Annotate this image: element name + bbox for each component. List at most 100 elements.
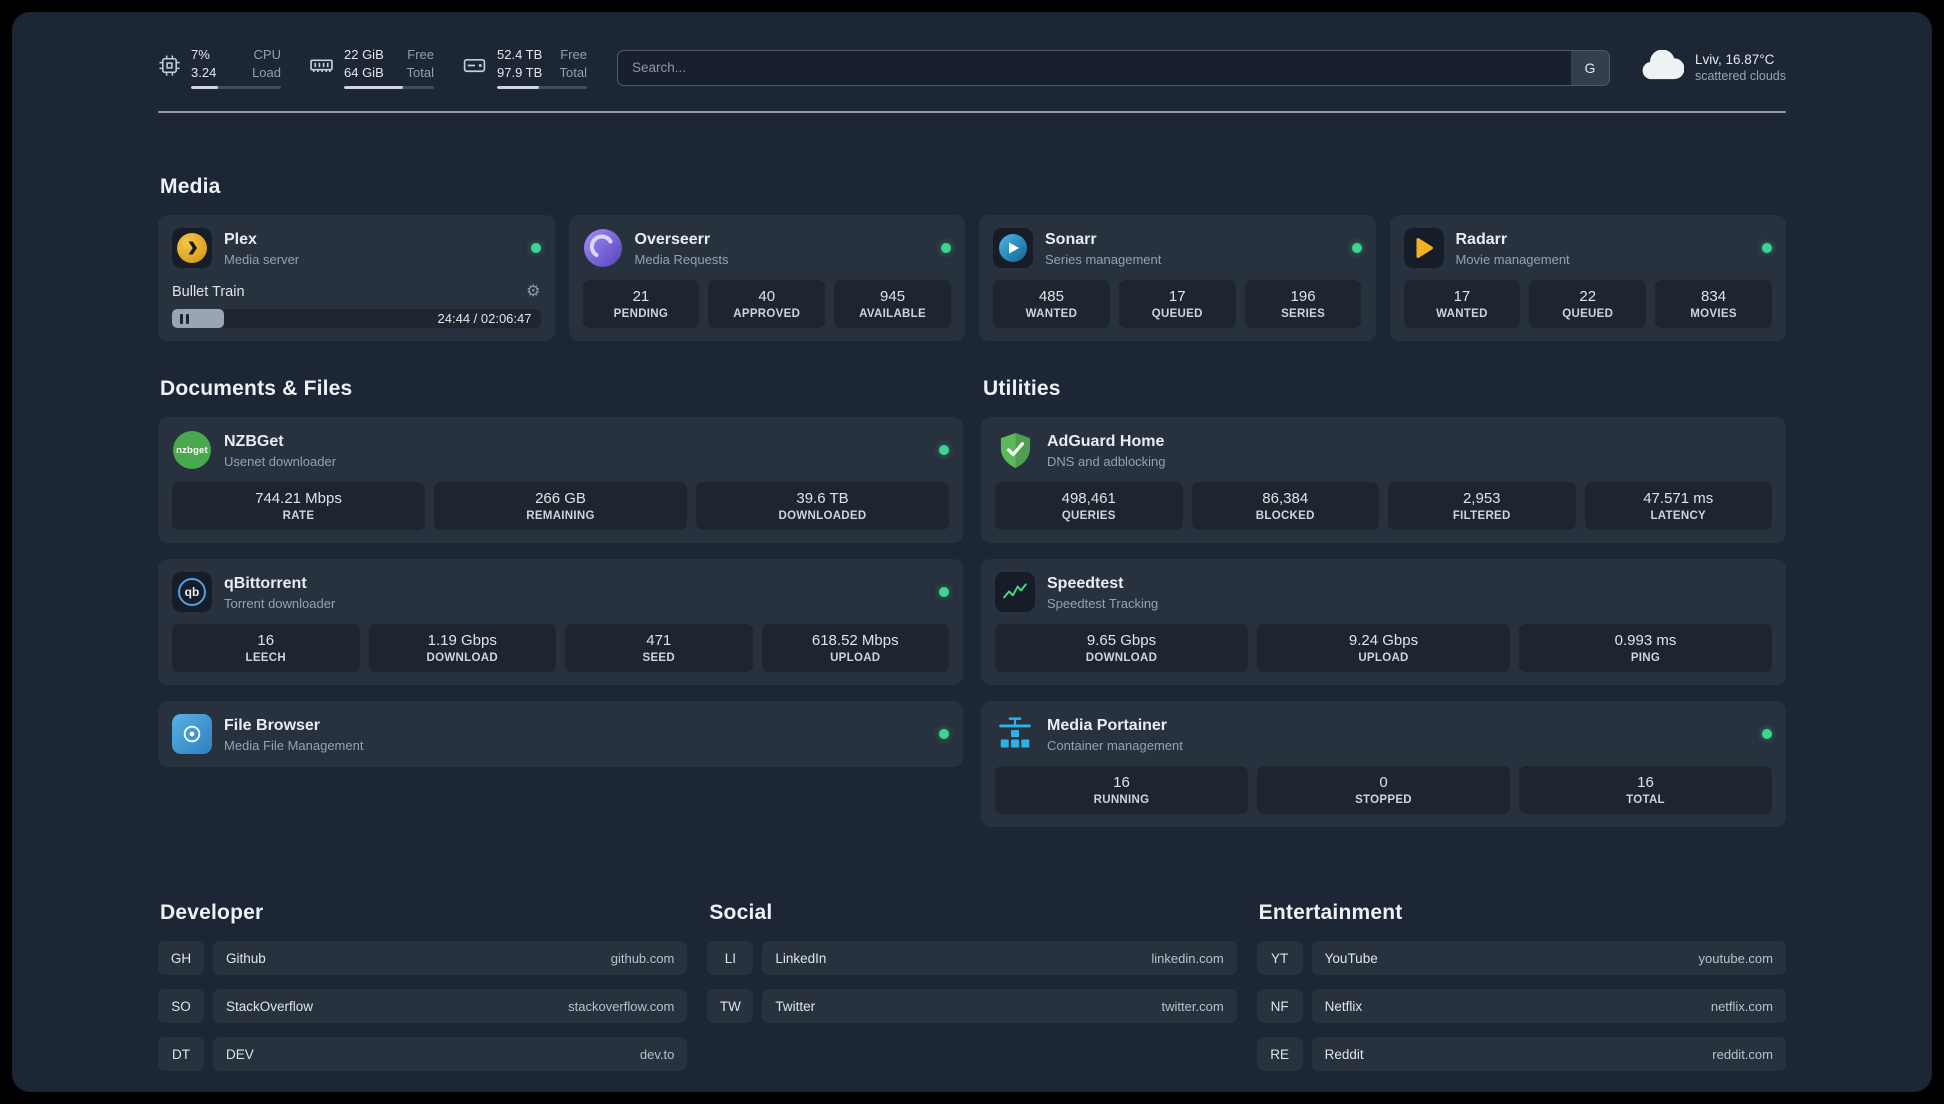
sonarr-icon <box>993 228 1033 269</box>
sonarr-card: Sonarr Series management 485 WANTED 17 Q… <box>979 215 1376 342</box>
memory-free-label: Free <box>407 47 434 62</box>
stat-tile: 16 LEECH <box>172 624 360 673</box>
cpu-label: CPU <box>253 47 281 62</box>
plex-name: Plex <box>224 230 257 248</box>
plex-status-dot <box>530 243 541 254</box>
cpu-load-label: Load <box>252 64 281 80</box>
filebrowser-card: File Browser Media File Management <box>158 701 963 768</box>
filebrowser-icon <box>172 714 212 755</box>
adguard-link[interactable]: AdGuard Home DNS and adblocking <box>995 430 1772 470</box>
topbar-divider <box>158 111 1786 114</box>
top-bar: 7% CPU 3.24 Load 22 GiB Free 64 GiB Tota… <box>158 46 1786 90</box>
bookmark-twitter[interactable]: TW Twitter twitter.com <box>707 989 1237 1024</box>
weather-condition: scattered clouds <box>1694 69 1786 84</box>
weather-widget: Lviv, 16.87°C scattered clouds <box>1640 49 1786 86</box>
disk-total-value: 97.9 TB <box>497 64 543 80</box>
radarr-name: Radarr <box>1455 230 1508 248</box>
memory-total-label: Total <box>406 64 434 80</box>
stat-tile: 0.993 ms PING <box>1519 624 1772 673</box>
stat-tile: 17 WANTED <box>1403 280 1521 329</box>
stat-tile: 498,461 QUERIES <box>995 482 1183 531</box>
plex-now-playing: Bullet Train ⚙ 24:44 / 02:06:47 <box>172 274 541 329</box>
stat-tile: 16 TOTAL <box>1519 766 1772 815</box>
utilities-section-title: Utilities <box>983 377 1061 401</box>
bookmark-reddit[interactable]: RE Reddit reddit.com <box>1256 1037 1786 1072</box>
stat-tile: 618.52 Mbps UPLOAD <box>761 624 949 673</box>
player-progress-bar: 24:44 / 02:06:47 <box>172 309 541 329</box>
nzbget-card: nzbget NZBGet Usenet downloader 744.21 M… <box>158 417 963 544</box>
filebrowser-name: File Browser <box>224 716 321 734</box>
radarr-status-dot <box>1762 243 1772 254</box>
bookmark-stackoverflow[interactable]: SO StackOverflow stackoverflow.com <box>158 989 688 1024</box>
memory-progress-track <box>344 86 434 90</box>
radarr-subtitle: Movie management <box>1455 251 1570 267</box>
section-entertainment: Entertainment YT YouTube youtube.com NF … <box>1256 901 1786 1072</box>
overseerr-icon <box>583 228 623 268</box>
qbittorrent-name: qBittorrent <box>224 574 307 592</box>
disk-free-label: Free <box>560 47 587 62</box>
plex-subtitle: Media server <box>224 251 300 267</box>
search-input[interactable] <box>617 49 1610 86</box>
stat-tile: 9.65 Gbps DOWNLOAD <box>995 624 1248 673</box>
qbittorrent-card: qb qBittorrent Torrent downloader 16 LEE… <box>158 559 963 686</box>
portainer-card: Media Portainer Container management 16 … <box>981 701 1786 828</box>
bookmark-dev[interactable]: DT DEV dev.to <box>158 1037 688 1072</box>
radarr-icon <box>1403 228 1444 269</box>
section-social: Social LI LinkedIn linkedin.com TW Twitt… <box>707 901 1237 1071</box>
bookmark-github[interactable]: GH Github github.com <box>158 941 688 976</box>
adguard-name: AdGuard Home <box>1047 432 1165 450</box>
pause-icon[interactable] <box>180 313 189 324</box>
stat-tile: 2,953 FILTERED <box>1388 482 1576 531</box>
documents-section-title: Documents & Files <box>160 377 353 401</box>
portainer-link[interactable]: Media Portainer Container management <box>995 714 1772 754</box>
disk-widget: 52.4 TB Free 97.9 TB Total <box>462 46 587 90</box>
disk-free-value: 52.4 TB <box>497 47 543 62</box>
stat-tile: 9.24 Gbps UPLOAD <box>1257 624 1510 673</box>
stat-tile: 17 QUEUED <box>1118 280 1236 329</box>
nzbget-link[interactable]: nzbget NZBGet Usenet downloader <box>172 430 949 470</box>
social-section-title: Social <box>709 901 773 925</box>
radarr-card: Radarr Movie management 17 WANTED 22 QUE… <box>1389 215 1786 342</box>
filebrowser-status-dot <box>939 729 949 740</box>
stat-tile: 0 STOPPED <box>1257 766 1510 815</box>
bookmark-youtube[interactable]: YT YouTube youtube.com <box>1256 941 1786 976</box>
plex-link[interactable]: Plex Media server <box>172 228 541 269</box>
stat-tile: 266 GB REMAINING <box>434 482 687 531</box>
speedtest-icon <box>995 572 1035 613</box>
nzbget-icon: nzbget <box>172 430 212 470</box>
stat-tile: 945 AVAILABLE <box>834 280 951 329</box>
stat-tile: 196 SERIES <box>1244 280 1362 329</box>
bookmark-netflix[interactable]: NF Netflix netflix.com <box>1256 989 1786 1024</box>
adguard-subtitle: DNS and adblocking <box>1047 453 1166 469</box>
portainer-status-dot <box>1762 729 1772 740</box>
qbittorrent-link[interactable]: qb qBittorrent Torrent downloader <box>172 572 949 613</box>
player-time: 24:44 / 02:06:47 <box>437 311 532 327</box>
bookmark-linkedin[interactable]: LI LinkedIn linkedin.com <box>707 941 1237 976</box>
radarr-link[interactable]: Radarr Movie management <box>1403 228 1772 269</box>
stat-tile: 1.19 Gbps DOWNLOAD <box>368 624 556 673</box>
search-bar: G <box>617 49 1610 86</box>
disk-icon <box>462 53 487 83</box>
stat-tile: 485 WANTED <box>993 280 1110 329</box>
sonarr-link[interactable]: Sonarr Series management <box>993 228 1362 269</box>
cpu-progress-fill <box>191 86 218 90</box>
player-settings-icon[interactable]: ⚙ <box>526 284 540 300</box>
memory-widget: 22 GiB Free 64 GiB Total <box>309 46 434 90</box>
overseerr-name: Overseerr <box>634 230 711 248</box>
nzbget-name: NZBGet <box>224 432 284 450</box>
stat-tile: 471 SEED <box>565 624 753 673</box>
filebrowser-link[interactable]: File Browser Media File Management <box>172 714 949 755</box>
speedtest-link[interactable]: Speedtest Speedtest Tracking <box>995 572 1772 613</box>
cpu-percent: 7% <box>191 47 210 62</box>
overseerr-link[interactable]: Overseerr Media Requests <box>583 228 951 268</box>
stat-tile: 16 RUNNING <box>995 766 1248 815</box>
search-provider-button[interactable]: G <box>1570 50 1609 85</box>
plex-card: Plex Media server Bullet Train ⚙ 24:44 /… <box>158 215 555 342</box>
cloud-icon <box>1640 49 1685 86</box>
weather-location-temp: Lviv, 16.87°C <box>1694 52 1775 68</box>
section-media: Media Plex Media server Bullet Train ⚙ 2… <box>158 175 1786 342</box>
nzbget-subtitle: Usenet downloader <box>224 453 337 469</box>
overseerr-card: Overseerr Media Requests 21 PENDING 40 A… <box>568 215 965 342</box>
disk-progress-fill <box>497 86 540 90</box>
disk-progress-track <box>497 86 587 90</box>
